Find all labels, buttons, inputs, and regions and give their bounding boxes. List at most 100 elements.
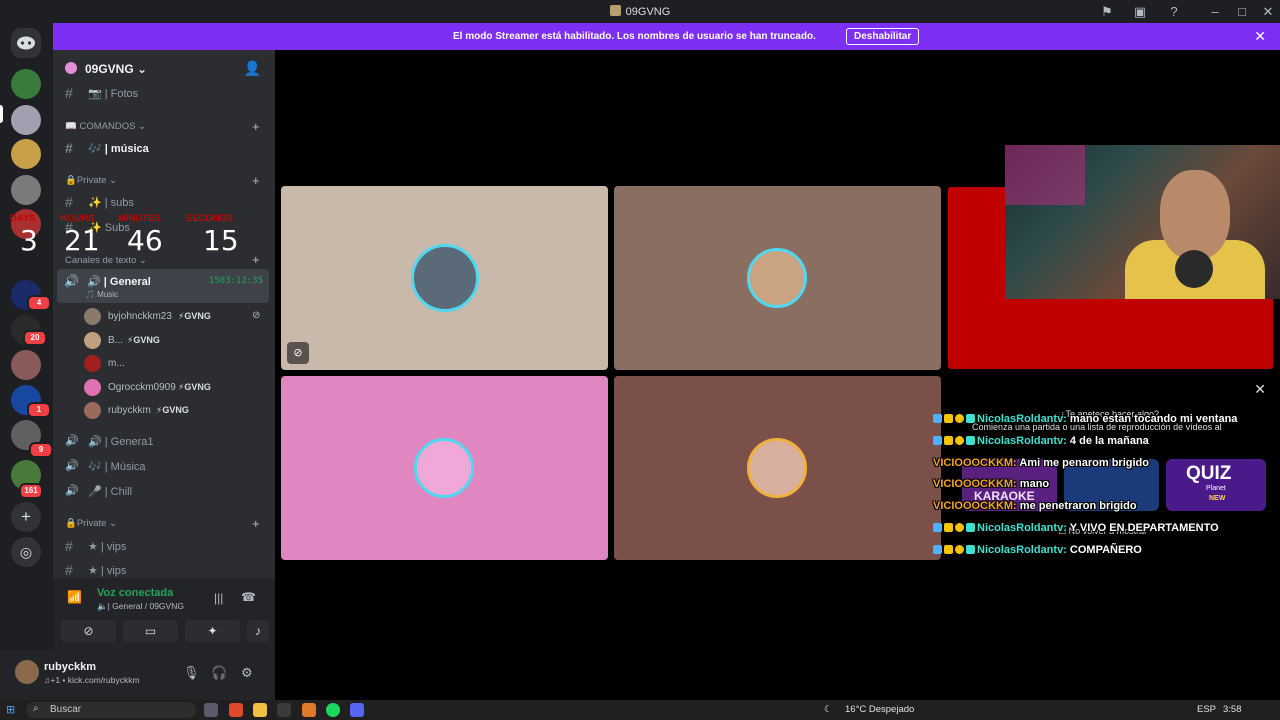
signal-icon[interactable]: 📶 (67, 590, 82, 604)
timer-minutes-label: MINUTES (118, 213, 161, 224)
timer-hours: 21 (64, 224, 100, 257)
participant-tile[interactable] (614, 376, 941, 560)
voice-channel-genera1[interactable]: 🔊 🔊 | Genera1 (61, 430, 267, 452)
avatar (84, 308, 101, 325)
quiz-activity-card[interactable]: QUIZ Planet NEW (1166, 459, 1266, 511)
spotify-icon[interactable] (326, 703, 340, 717)
server-header[interactable]: 09GVNG ⌄ 👤 (53, 50, 275, 86)
sword-icon (933, 414, 942, 423)
mention-badge: 20 (23, 330, 47, 346)
flag-icon[interactable]: ⚑ (1098, 3, 1116, 20)
voice-channel-general[interactable]: 🔊 🔊 | General 1503:12:35 🎵 Music (57, 269, 269, 303)
voice-connection-panel: 📶 Voz conectada 🔈| General / 09GVNG ||| … (53, 578, 275, 650)
weather-label[interactable]: 16°C Despejado (845, 704, 914, 715)
explore-icon[interactable]: ◎ (11, 537, 41, 567)
voice-channel-chill[interactable]: 🔊 🎤 | Chill (61, 480, 267, 502)
category-private[interactable]: 🔒Private ⌄ (65, 175, 117, 186)
clock[interactable]: 3:58 (1223, 704, 1242, 715)
noise-suppression-icon[interactable]: ||| (214, 591, 223, 605)
server-icon-1[interactable] (11, 69, 41, 99)
inbox-icon[interactable]: ▣ (1131, 3, 1149, 20)
add-server-icon[interactable]: + (11, 502, 41, 532)
light-glow (1005, 145, 1085, 205)
avatar (84, 402, 101, 419)
channel-vips-1[interactable]: # ★ | vips (61, 535, 267, 557)
headphones-icon[interactable]: 🎧 (211, 665, 227, 681)
disconnect-icon[interactable]: ☎ (241, 590, 256, 604)
server-icon (609, 5, 621, 16)
app-icon[interactable] (277, 703, 291, 717)
channel-subs[interactable]: # ✨ | subs (61, 191, 267, 213)
level-badge-icon (955, 436, 964, 445)
channel-fotos[interactable]: # 📷 | Fotos (61, 82, 267, 104)
participant-avatar (747, 438, 807, 498)
participant-tile[interactable]: ⊘ (281, 186, 608, 370)
add-channel-icon[interactable]: + (252, 119, 1268, 134)
timer-days-label: DAYS (10, 213, 36, 224)
brave-icon[interactable] (229, 703, 243, 717)
voice-channel-musica[interactable]: 🔊 🎶 | Música (61, 455, 267, 477)
taskbar-search[interactable]: ⌕ Buscar (26, 702, 196, 718)
category-comandos[interactable]: 📖 COMANDOS ⌄ (65, 121, 146, 132)
help-icon[interactable]: ? (1165, 3, 1183, 20)
speaker-icon: 🔊 (65, 435, 79, 447)
gem-icon (966, 523, 975, 532)
server-icon-3[interactable] (11, 139, 41, 169)
server-icon-4[interactable] (11, 175, 41, 205)
channel-musica[interactable]: # 🎶 | música (61, 137, 267, 159)
search-icon: ⌕ (33, 703, 39, 714)
voice-user-name: Ogrocckm0909 (108, 382, 176, 393)
activities-button[interactable]: ✦ (185, 620, 240, 642)
chat-username: VICIOOOCKKM: (933, 500, 1017, 512)
gem-icon (966, 414, 975, 423)
task-view-icon[interactable] (204, 703, 218, 717)
server-icon-8[interactable] (11, 350, 41, 380)
camera-off-button[interactable]: ⊘ (61, 620, 116, 642)
file-explorer-icon[interactable] (253, 703, 267, 717)
discord-home-icon[interactable] (11, 28, 41, 58)
maximize-icon[interactable]: □ (1233, 3, 1251, 20)
invite-icon[interactable]: 👤 (244, 60, 261, 77)
voice-user-tag: ⚡GVNG (178, 382, 211, 392)
chat-message: VICIOOOCKKM: Ami me penarom brigido (933, 457, 1149, 469)
search-placeholder: Buscar (50, 704, 82, 715)
close-window-icon[interactable]: ✕ (1259, 3, 1277, 20)
server-icon-2[interactable] (11, 105, 41, 135)
chat-message: NicolasRoldantv: COMPAÑERO (933, 544, 1142, 556)
user-status: ♫+1 • kick.com/rubyckkm (44, 675, 140, 685)
category-private-2[interactable]: 🔒Private ⌄ (65, 518, 117, 529)
close-banner-icon[interactable]: ✕ (1254, 28, 1266, 45)
screen-share-button[interactable]: ▭ (123, 620, 178, 642)
soundboard-button[interactable]: ♪ (247, 620, 269, 642)
settings-gear-icon[interactable]: ⚙ (241, 665, 253, 681)
channel-label: 🎶 | Música (88, 461, 146, 473)
user-name[interactable]: rubyckkm (44, 661, 96, 673)
language-indicator[interactable]: ESP (1197, 704, 1216, 715)
channel-label: 🎤 | Chill (88, 486, 133, 498)
participant-tile[interactable] (281, 376, 608, 560)
chat-message: NicolasRoldantv: Y VIVO EN DEPARTAMENTO (933, 522, 1219, 534)
webcam-face (1160, 170, 1230, 260)
disable-streamer-button[interactable]: Deshabilitar (846, 28, 920, 45)
windows-start-icon[interactable]: ⊞ (6, 703, 15, 716)
participant-tile[interactable] (614, 186, 941, 370)
user-panel: rubyckkm ♫+1 • kick.com/rubyckkm 🎙 🎧 ⚙ (0, 650, 275, 700)
chat-text: mano (1019, 478, 1050, 490)
avatar (84, 332, 101, 349)
minimize-icon[interactable]: – (1206, 3, 1224, 20)
voice-channel-label: 🔊 | General (87, 276, 151, 288)
crown-icon (944, 436, 953, 445)
muted-icon: ⊘ (287, 342, 309, 364)
category-text-channels[interactable]: Canales de texto ⌄ (65, 255, 147, 266)
timer-days: 3 (20, 224, 38, 257)
chat-text: COMPAÑERO (1069, 544, 1142, 556)
app-icon[interactable] (302, 703, 316, 717)
user-avatar[interactable] (15, 660, 39, 684)
voice-location[interactable]: 🔈| General / 09GVNG (97, 601, 184, 612)
chat-username: NicolasRoldantv: (977, 413, 1067, 425)
voice-status[interactable]: Voz conectada (97, 587, 173, 599)
microphone-icon[interactable]: 🎙 (183, 665, 200, 681)
close-activity-icon[interactable]: ✕ (1254, 381, 1266, 398)
server-badge-icon (65, 62, 77, 74)
discord-taskbar-icon[interactable] (350, 703, 364, 717)
